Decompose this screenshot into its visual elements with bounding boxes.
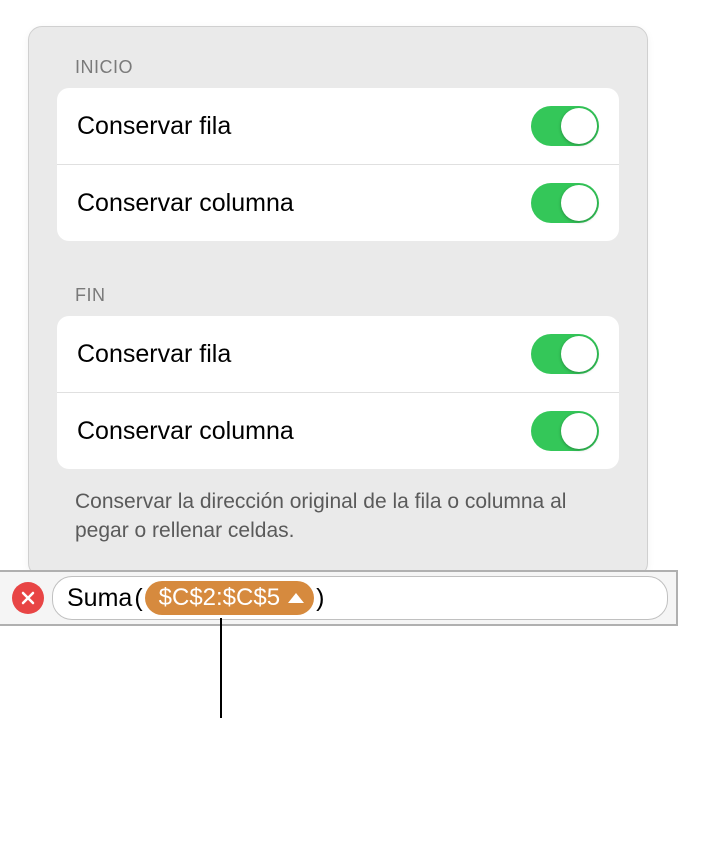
toggle-knob	[561, 413, 597, 449]
help-text: Conservar la dirección original de la fi…	[75, 487, 601, 546]
preserve-column-end-label: Conservar columna	[77, 417, 294, 446]
settings-group-inicio: Conservar fila Conservar columna	[57, 88, 619, 241]
section-header-inicio: INICIO	[75, 57, 619, 78]
preserve-row-end-label: Conservar fila	[77, 340, 231, 369]
section-header-fin: FIN	[75, 285, 619, 306]
preserve-row-start-toggle[interactable]	[531, 106, 599, 146]
cancel-formula-button[interactable]	[12, 582, 44, 614]
toggle-knob	[561, 108, 597, 144]
open-paren: (	[134, 584, 142, 613]
toggle-knob	[561, 185, 597, 221]
formula-function-name: Suma	[67, 584, 132, 613]
close-icon	[20, 590, 36, 606]
preserve-row-end: Conservar fila	[57, 316, 619, 393]
cell-reference-pill[interactable]: $C$2:$C$5	[145, 581, 314, 615]
cell-reference-text: $C$2:$C$5	[159, 584, 280, 612]
preserve-column-start-toggle[interactable]	[531, 183, 599, 223]
preserve-row-end-toggle[interactable]	[531, 334, 599, 374]
close-paren: )	[316, 584, 324, 613]
preserve-row-start: Conservar fila	[57, 88, 619, 165]
preserve-column-start: Conservar columna	[57, 165, 619, 241]
toggle-knob	[561, 336, 597, 372]
reference-settings-popover: INICIO Conservar fila Conservar columna …	[28, 26, 648, 577]
preserve-row-start-label: Conservar fila	[77, 112, 231, 141]
preserve-column-start-label: Conservar columna	[77, 189, 294, 218]
triangle-up-icon	[288, 593, 304, 603]
preserve-column-end: Conservar columna	[57, 393, 619, 469]
settings-group-fin: Conservar fila Conservar columna	[57, 316, 619, 469]
preserve-column-end-toggle[interactable]	[531, 411, 599, 451]
formula-input[interactable]: Suma ( $C$2:$C$5 )	[52, 576, 668, 620]
callout-pointer-line	[220, 618, 222, 718]
formula-bar: Suma ( $C$2:$C$5 )	[0, 570, 678, 626]
